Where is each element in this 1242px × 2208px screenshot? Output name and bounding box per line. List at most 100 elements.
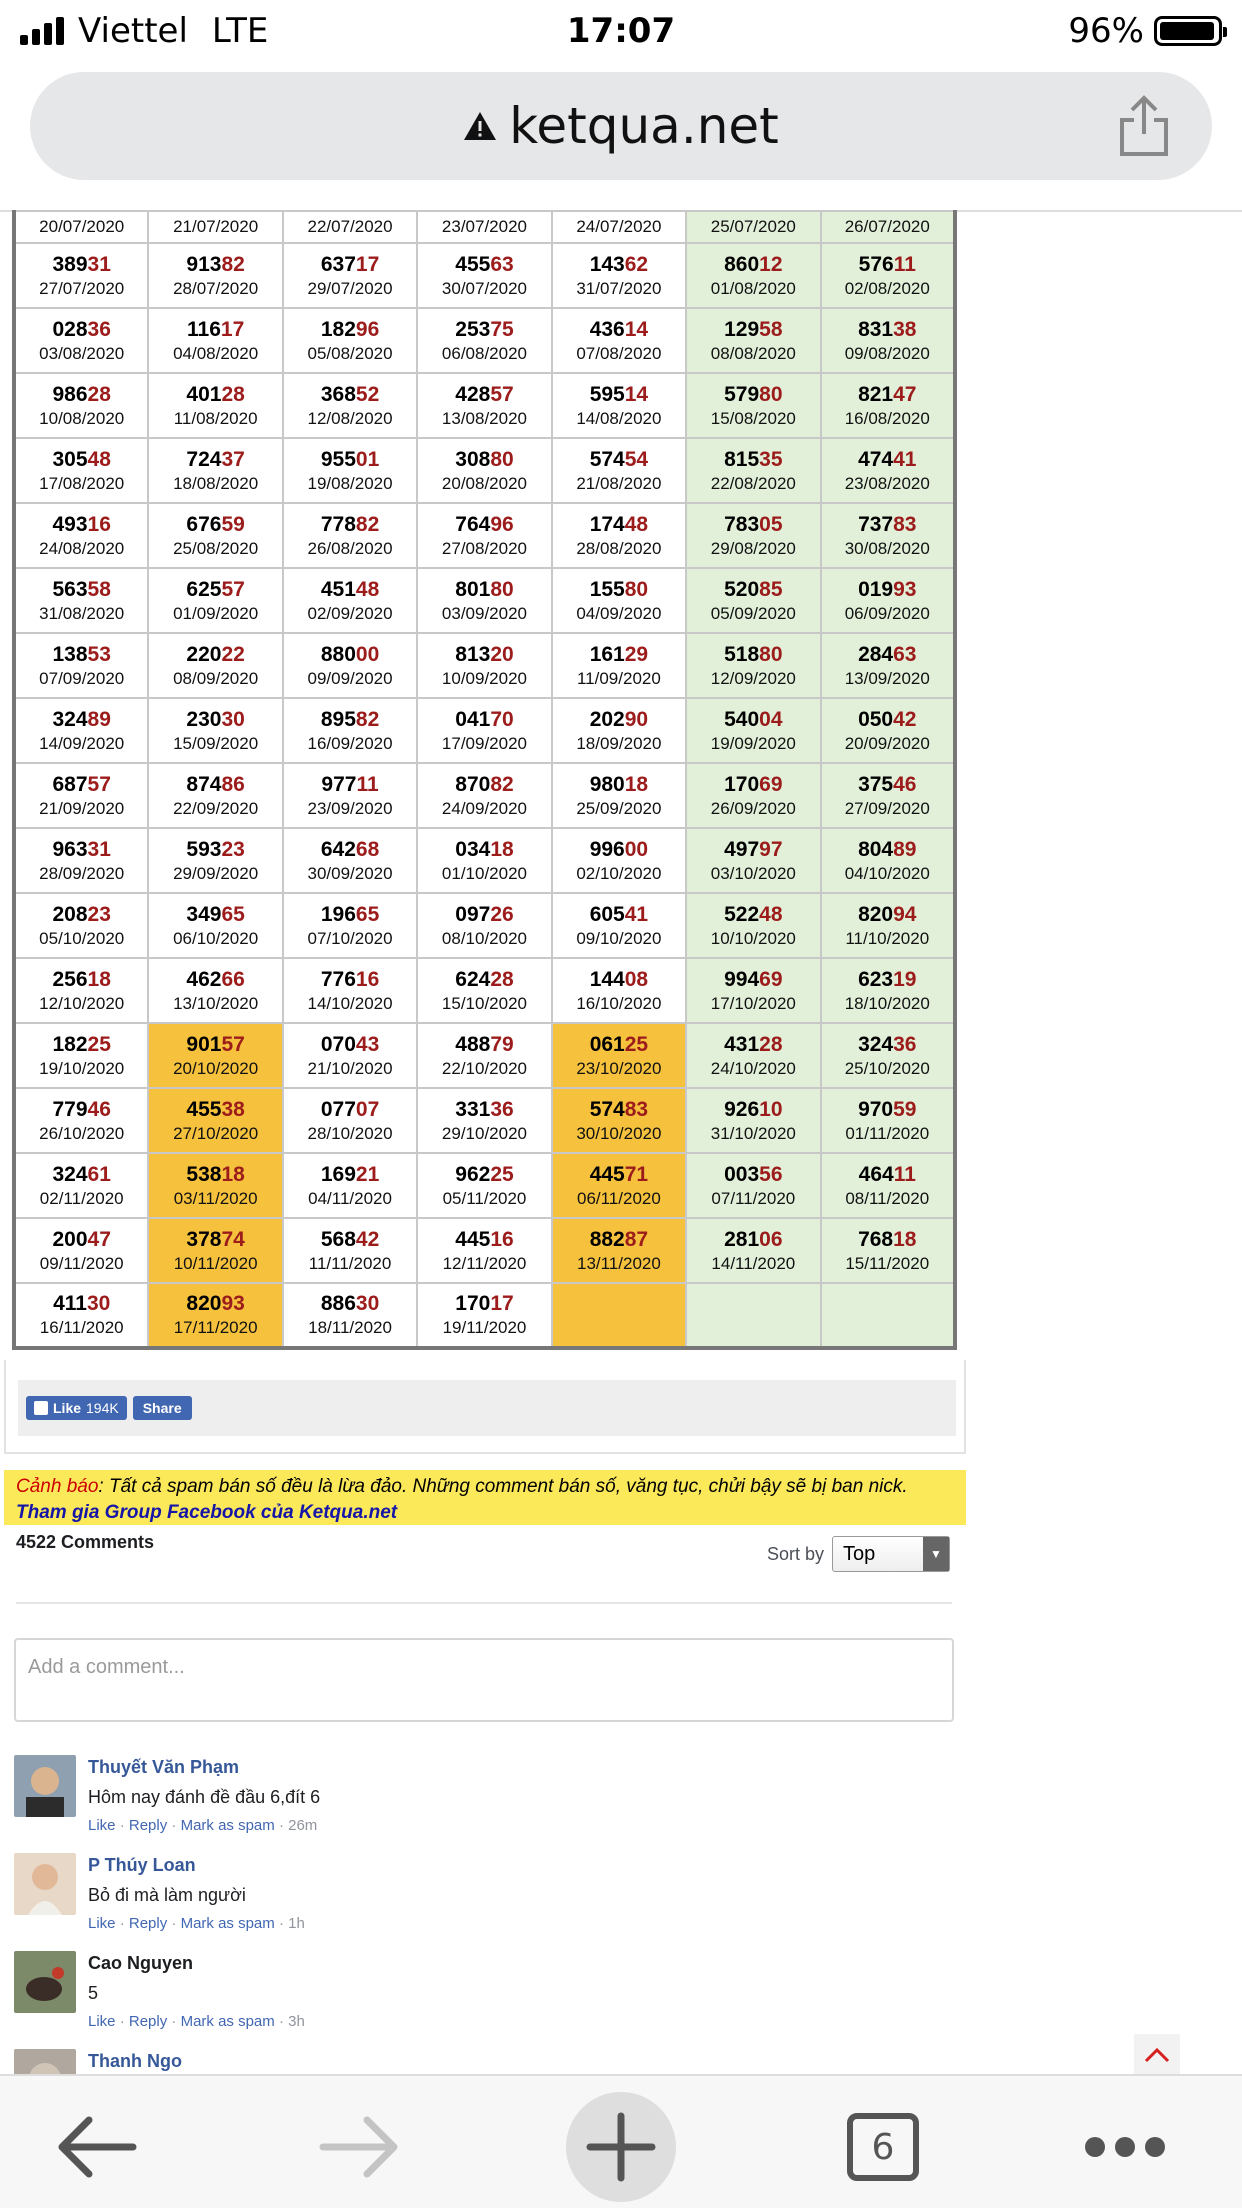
result-number-tail: 18 — [87, 967, 111, 991]
result-number-prefix: 028 — [52, 317, 88, 341]
result-number: 30548 — [16, 447, 147, 473]
result-number-tail: 21 — [355, 1162, 380, 1186]
avatar[interactable] — [14, 2049, 76, 2074]
result-date: 10/09/2020 — [441, 668, 528, 688]
address-bar[interactable]: ketqua.net — [30, 72, 1212, 180]
result-number-prefix: 445 — [455, 1227, 491, 1251]
sort-select[interactable]: Top ▼ — [832, 1536, 950, 1572]
sort-control: Sort by Top ▼ — [767, 1536, 950, 1572]
result-number-tail: 80 — [490, 447, 514, 471]
facebook-like-button[interactable]: Like 194K — [26, 1396, 127, 1420]
more-button[interactable] — [1070, 2092, 1180, 2202]
reply-link[interactable]: Reply — [129, 1817, 167, 1834]
avatar[interactable] — [14, 1755, 76, 1817]
comment-time[interactable]: 1h — [288, 1915, 305, 1932]
result-date: 15/08/2020 — [710, 408, 796, 428]
result-number-prefix: 540 — [724, 707, 760, 731]
comment-author[interactable]: P Thúy Loan — [88, 1853, 305, 1877]
avatar[interactable] — [14, 1853, 76, 1915]
comments-divider — [16, 1602, 952, 1604]
result-cell: 05042 20/09/2020 — [819, 697, 957, 764]
comment-text: Hôm nay đánh đề đầu 6,đít 6 — [88, 1787, 321, 1807]
result-date: 25/09/2020 — [576, 798, 662, 818]
facebook-share-button[interactable]: Share — [132, 1396, 192, 1420]
result-date: 10/10/2020 — [710, 928, 796, 948]
mark-spam-link[interactable]: Mark as spam — [181, 1817, 275, 1834]
result-number-prefix: 324 — [858, 1032, 894, 1056]
comment-author[interactable]: Thanh Ngo — [88, 2049, 182, 2073]
new-tab-button[interactable] — [566, 2092, 676, 2202]
like-link[interactable]: Like — [88, 1817, 116, 1834]
result-date: 14/09/2020 — [39, 733, 125, 753]
result-number: 48879 — [418, 1032, 550, 1058]
result-number-tail: 97 — [759, 837, 783, 861]
result-number-prefix: 161 — [589, 642, 625, 666]
back-to-top-button[interactable] — [1134, 2034, 1180, 2076]
like-link[interactable]: Like — [88, 1915, 116, 1932]
result-date: 06/08/2020 — [441, 343, 528, 363]
result-number-tail: 06 — [759, 1227, 783, 1251]
result-number-tail: 82 — [221, 252, 245, 276]
comment-time[interactable]: 3h — [288, 2013, 305, 2030]
result-cell: 76496 27/08/2020 — [416, 502, 553, 569]
comment-input[interactable]: Add a comment... — [14, 1638, 954, 1722]
result-number: 52085 — [687, 577, 819, 603]
result-cell: 17448 28/08/2020 — [550, 502, 688, 569]
result-number: 20823 — [16, 902, 147, 928]
result-date: 07/11/2020 — [711, 1188, 796, 1208]
comment-author[interactable]: Thuyết Văn Phạm — [88, 1755, 320, 1779]
result-number-tail: 18 — [624, 772, 649, 796]
result-date: 14/11/2020 — [711, 1253, 796, 1273]
result-cell: 32489 14/09/2020 — [12, 697, 150, 764]
result-number: 99469 — [687, 967, 819, 993]
result-number-prefix: 776 — [320, 967, 356, 991]
result-number-prefix: 778 — [320, 512, 356, 536]
result-number-tail: 69 — [759, 772, 783, 796]
comment-time[interactable]: 26m — [288, 1817, 317, 1834]
result-cell: 43128 24/10/2020 — [685, 1022, 822, 1089]
url-display[interactable]: ketqua.net — [463, 97, 779, 155]
result-number-prefix: 874 — [186, 772, 222, 796]
result-number-tail: 17 — [220, 317, 245, 341]
result-number-prefix: 913 — [186, 252, 222, 276]
result-number-tail: 90 — [624, 707, 649, 731]
result-date: 11/11/2020 — [308, 1253, 392, 1273]
result-number: 82093 — [149, 1291, 281, 1317]
result-date: 06/09/2020 — [844, 603, 930, 623]
share-icon[interactable] — [1114, 94, 1174, 158]
result-number-prefix: 821 — [858, 382, 894, 406]
result-number-prefix: 996 — [589, 837, 625, 861]
back-button[interactable] — [42, 2092, 152, 2202]
result-cell: 77946 26/10/2020 — [12, 1087, 150, 1154]
result-number-tail: 11 — [356, 772, 379, 796]
like-link[interactable]: Like — [88, 2013, 116, 2030]
result-number-tail: 35 — [759, 447, 783, 471]
result-number: 98018 — [553, 772, 685, 798]
reply-link[interactable]: Reply — [129, 1915, 167, 1932]
result-number-prefix: 518 — [724, 642, 760, 666]
tabs-button[interactable]: 6 — [828, 2092, 938, 2202]
results-row: 20823 05/10/2020 34965 06/10/2020 19665 07/10… — [12, 892, 957, 959]
result-number-tail: 58 — [87, 577, 111, 601]
result-cell: 87082 24/09/2020 — [416, 762, 553, 829]
comment-author[interactable]: Cao Nguyen — [88, 1951, 305, 1975]
facebook-group-link[interactable]: Tham gia Group Facebook của Ketqua.net — [16, 1502, 397, 1523]
result-date: 08/10/2020 — [441, 928, 528, 948]
result-number-tail: 74 — [221, 1227, 245, 1251]
result-number-prefix: 462 — [186, 967, 222, 991]
result-date: 09/08/2020 — [844, 343, 930, 363]
result-number-tail: 22 — [221, 642, 245, 666]
result-date: 05/11/2020 — [442, 1188, 527, 1208]
result-number: 77946 — [16, 1097, 147, 1123]
result-date: 25/10/2020 — [844, 1058, 930, 1078]
mark-spam-link[interactable]: Mark as spam — [181, 1915, 275, 1932]
result-number: 96331 — [16, 837, 147, 863]
mark-spam-link[interactable]: Mark as spam — [181, 2013, 275, 2030]
forward-button[interactable] — [304, 2092, 414, 2202]
result-cell: 01993 06/09/2020 — [819, 567, 957, 634]
avatar[interactable] — [14, 1951, 76, 2013]
reply-link[interactable]: Reply — [129, 2013, 167, 2030]
result-date: 26/07/2020 — [844, 217, 930, 236]
result-cell: 98628 10/08/2020 — [12, 372, 150, 439]
result-number-tail: 89 — [893, 837, 917, 861]
